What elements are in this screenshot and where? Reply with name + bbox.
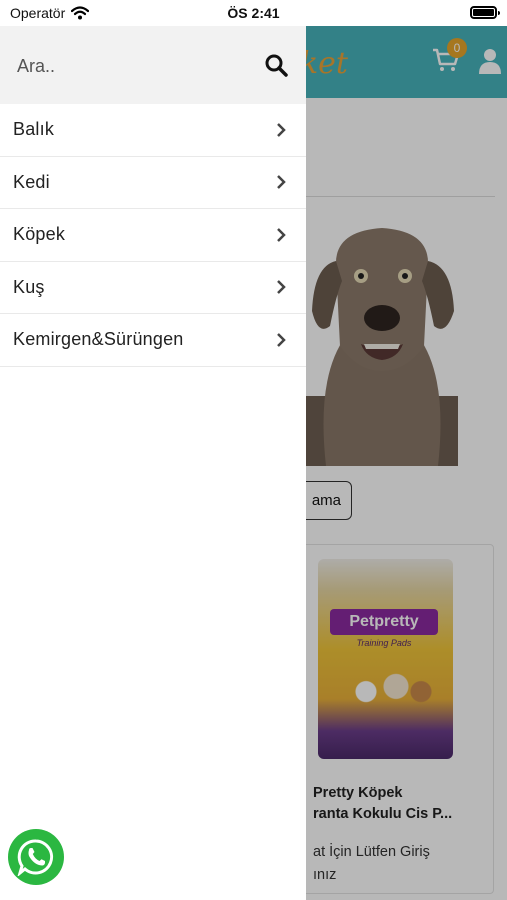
menu-item-kedi[interactable]: Kedi xyxy=(0,157,306,209)
status-bar: Operatör ÖS 2:41 xyxy=(0,0,507,26)
chevron-right-icon xyxy=(277,227,286,242)
side-drawer: Ara.. Balık Kedi Köpek Kuş Kemirgen&Sürü… xyxy=(0,26,306,900)
menu-item-kopek[interactable]: Köpek xyxy=(0,209,306,262)
whatsapp-button[interactable] xyxy=(8,829,64,885)
search-input[interactable]: Ara.. xyxy=(17,56,55,77)
chevron-right-icon xyxy=(277,280,286,295)
menu-item-balik[interactable]: Balık xyxy=(0,104,306,157)
menu-item-label: Kuş xyxy=(13,276,45,297)
search-bar[interactable]: Ara.. xyxy=(0,26,306,104)
menu-item-kus[interactable]: Kuş xyxy=(0,262,306,314)
category-menu: Balık Kedi Köpek Kuş Kemirgen&Sürüngen xyxy=(0,104,306,367)
chevron-right-icon xyxy=(277,175,286,190)
battery-icon xyxy=(470,6,500,19)
whatsapp-icon xyxy=(17,839,54,876)
menu-item-label: Kedi xyxy=(13,171,50,192)
menu-item-label: Kemirgen&Sürüngen xyxy=(13,329,184,350)
chevron-right-icon xyxy=(277,332,286,347)
status-time: ÖS 2:41 xyxy=(227,5,280,21)
menu-item-kemirgen-surungen[interactable]: Kemirgen&Sürüngen xyxy=(0,314,306,367)
chevron-right-icon xyxy=(277,122,286,137)
menu-item-label: Balık xyxy=(13,119,55,140)
search-icon[interactable] xyxy=(264,53,288,77)
menu-item-label: Köpek xyxy=(13,224,66,245)
